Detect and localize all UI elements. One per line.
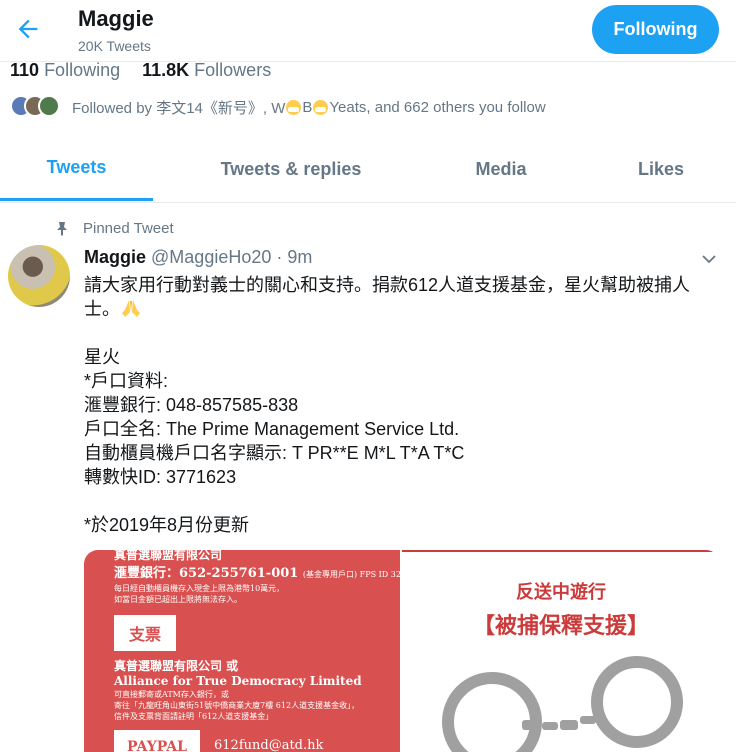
profile-stats: 110 Following 11.8K Followers bbox=[10, 60, 271, 81]
chevron-down-icon[interactable] bbox=[700, 250, 718, 268]
tab-likes[interactable]: Likes bbox=[615, 137, 707, 201]
followed-by-prefix: Followed by 李文14《新号》, W bbox=[72, 99, 286, 117]
followers-label: Followers bbox=[194, 60, 272, 80]
tweet-text: 請大家用行動對義士的關心和支持。捐款612人道支援基金，星火幫助被捕人士。 星火… bbox=[84, 273, 720, 537]
atm-note-1: 每日經自動櫃員機存入現金上限為港幣10萬元， bbox=[114, 584, 285, 593]
tweet-author-name[interactable]: Maggie bbox=[84, 247, 146, 267]
follower-avatars bbox=[10, 95, 62, 119]
followers-count: 11.8K bbox=[142, 60, 190, 80]
bank-account: 滙豐銀行：652-255761-001 bbox=[114, 566, 299, 581]
folded-hands-emoji-icon bbox=[120, 298, 142, 318]
org-english: Alliance for True Democracy Limited bbox=[114, 674, 362, 688]
cheque-note-3: 信件及支票背面請註明「612人道支援基金」 bbox=[114, 712, 274, 721]
mask-emoji-icon bbox=[313, 99, 329, 115]
following-link[interactable]: 110 Following bbox=[10, 60, 120, 80]
followed-by-middle: B bbox=[302, 98, 313, 116]
avatar bbox=[38, 95, 60, 117]
followed-by-row[interactable]: Followed by 李文14《新号》, W B Yeats, and 662 o… bbox=[10, 95, 546, 119]
atm-note-2: 如當日金額已超出上限將無法存入。 bbox=[114, 595, 242, 604]
header-name: Maggie bbox=[78, 6, 154, 31]
followed-by-suffix: Yeats, and 662 others you follow bbox=[329, 98, 546, 116]
handcuffs-icon bbox=[442, 656, 683, 752]
tweet-author-avatar[interactable] bbox=[8, 245, 70, 307]
donation-info-image[interactable]: 真普選聯盟有限公司 滙豐銀行：652-255761-001 (基金專用戶口) F… bbox=[84, 550, 426, 752]
tab-tweets-replies[interactable]: Tweets & replies bbox=[195, 137, 387, 201]
tweet-author-handle[interactable]: @MaggieHo20 bbox=[151, 247, 271, 267]
tweet-count: 20K Tweets bbox=[78, 38, 151, 54]
tweet-separator: · bbox=[276, 247, 283, 267]
followers-link[interactable]: 11.8K Followers bbox=[142, 60, 271, 80]
profile-tabs: Tweets Tweets & replies Media Likes bbox=[0, 137, 736, 203]
paypal-label: PAYPAL bbox=[114, 730, 200, 752]
tweet-media[interactable]: 真普選聯盟有限公司 滙豐銀行：652-255761-001 (基金專用戶口) F… bbox=[84, 550, 720, 752]
org-chinese: 真普選聯盟有限公司 或 bbox=[114, 659, 239, 673]
bank-line: 滙豐銀行：652-255761-001 (基金專用戶口) FPS ID 3261… bbox=[114, 562, 426, 581]
poster-line1: 反送中遊行 bbox=[516, 582, 606, 603]
poster-line2: 【被捕保釋支援】 bbox=[472, 613, 649, 639]
mask-emoji-icon bbox=[286, 99, 302, 115]
tweet-header: Maggie @MaggieHo20 · 9m bbox=[84, 247, 312, 268]
pin-icon bbox=[54, 221, 70, 237]
cheque-label: 支票 bbox=[114, 615, 176, 651]
tweet-body-rest: 星火 *戶口資料: 滙豐銀行: 048-857585-838 戶口全名: The… bbox=[84, 347, 465, 535]
tab-media[interactable]: Media bbox=[450, 137, 552, 201]
profile-header: Maggie 20K Tweets Following bbox=[0, 0, 736, 62]
following-count: 110 bbox=[10, 60, 40, 80]
tab-tweets[interactable]: Tweets bbox=[0, 137, 153, 201]
tweet-time[interactable]: 9m bbox=[287, 247, 312, 267]
pinned-label: Pinned Tweet bbox=[83, 220, 174, 237]
back-arrow-icon[interactable] bbox=[14, 15, 42, 43]
tweet-body-line1: 請大家用行動對義士的關心和支持。捐款612人道支援基金，星火幫助被捕人士。 bbox=[84, 275, 691, 319]
atm-note: 每日經自動櫃員機存入現金上限為港幣10萬元， 如當日金額已超出上限將無法存入。 bbox=[114, 583, 284, 605]
cheque-note: 可直接郵寄或ATM存入銀行，或寄往「九龍旺角山東街51號中僑商業大廈7樓 612… bbox=[114, 689, 359, 722]
cheque-note-1: 可直接郵寄或ATM存入銀行，或 bbox=[114, 690, 229, 699]
paypal-email: 612fund@atd.hk bbox=[214, 738, 324, 752]
following-label: Following bbox=[44, 60, 121, 80]
bail-support-image[interactable]: 反送中遊行 【被捕保釋支援】 bbox=[402, 550, 720, 752]
following-button[interactable]: Following bbox=[592, 5, 719, 54]
cheque-note-2: 寄往「九龍旺角山東街51號中僑商業大廈7樓 612人道支援基金收」， bbox=[114, 701, 360, 710]
